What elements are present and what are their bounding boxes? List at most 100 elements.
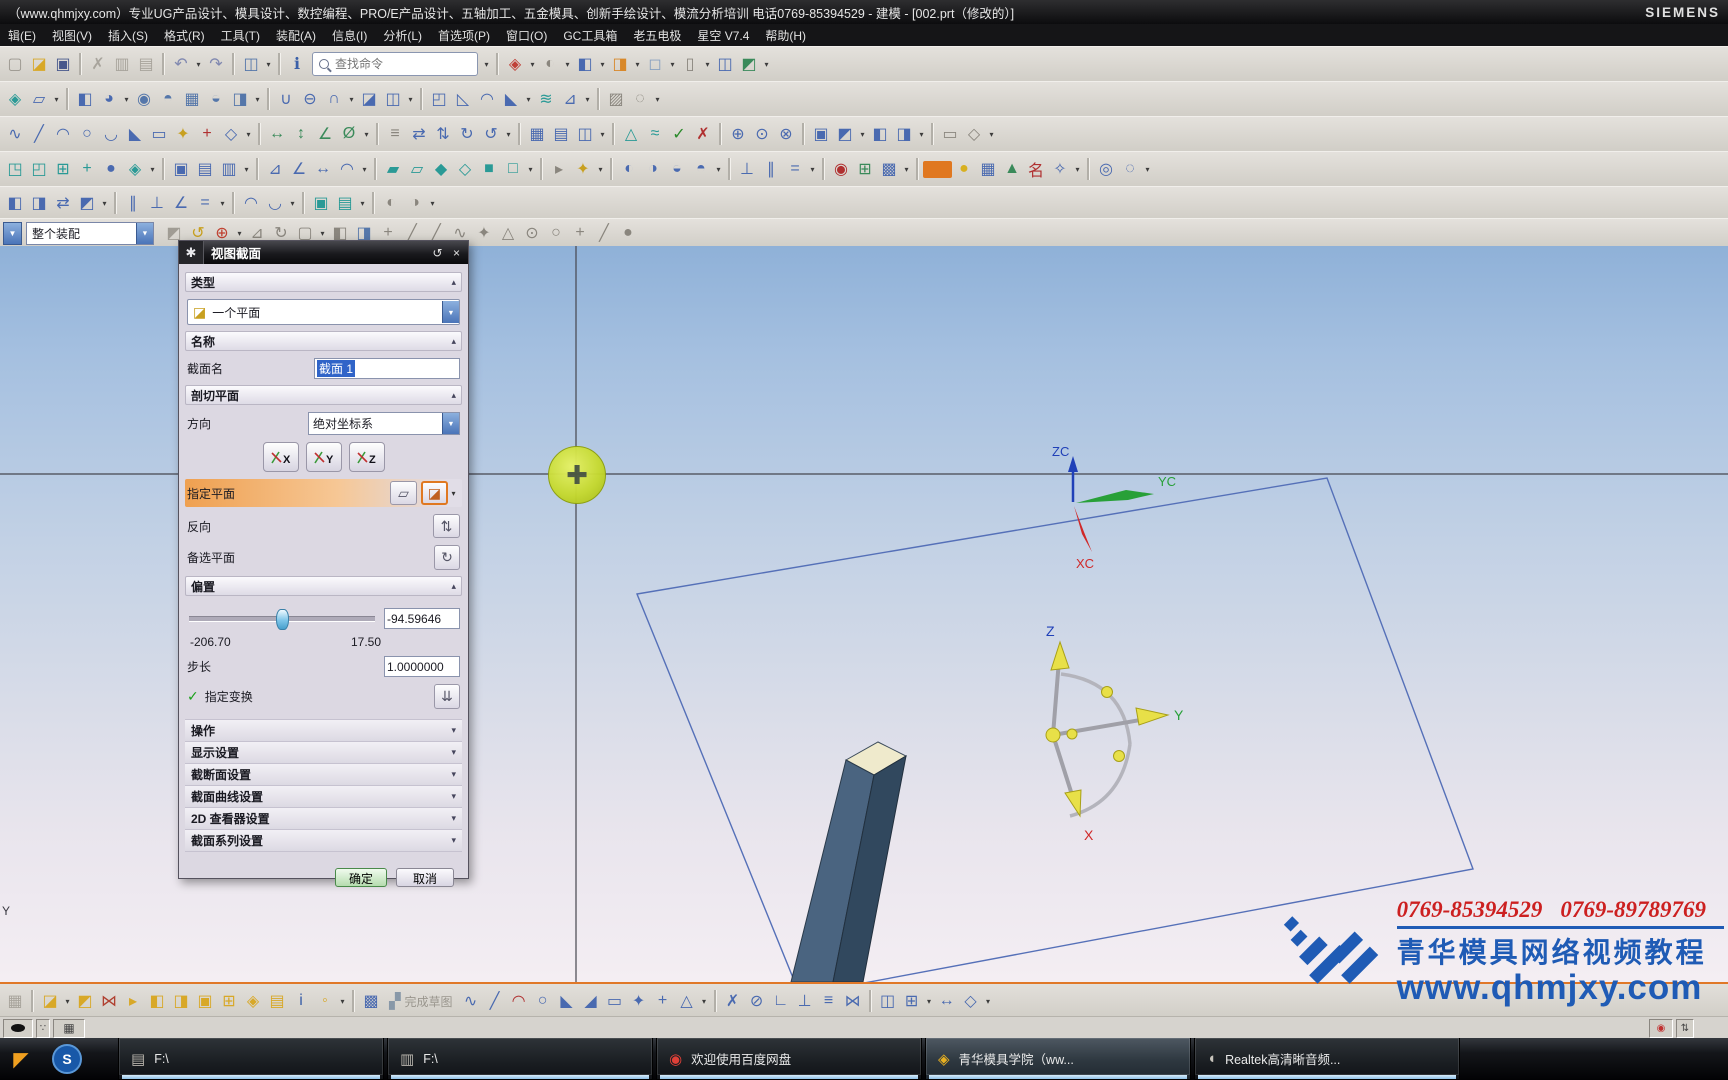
ok-button[interactable]: 确定 xyxy=(335,868,387,887)
roles-icon[interactable]: ◇ xyxy=(962,122,986,147)
chamfer-icon[interactable]: ◣ xyxy=(499,87,523,112)
taskbar-button-qinghua-academy[interactable]: ◈ 青华模具学院（ww... xyxy=(925,1038,1191,1080)
naming-tool-icon[interactable]: 名 xyxy=(1024,157,1048,182)
set-plane-to-y-button[interactable]: Y xyxy=(305,442,342,472)
chamfer-curve-icon[interactable]: ◣ xyxy=(123,122,147,147)
section-curve-icon[interactable]: ≈ xyxy=(643,122,667,147)
dialog-title-bar[interactable]: ✱ 视图截面 ↺ × xyxy=(179,241,468,264)
explosion-icon[interactable]: ◦ xyxy=(313,989,337,1014)
menu-item[interactable]: 装配(A) xyxy=(268,24,324,47)
measure-angle-icon[interactable]: ▤ xyxy=(193,157,217,182)
mirror-curve-icon[interactable]: ▦ xyxy=(525,122,549,147)
keyboard-icon[interactable]: ▦ xyxy=(53,1018,85,1038)
make-equal-icon[interactable]: = xyxy=(193,191,217,216)
rapid-dim-icon[interactable]: ↔ xyxy=(265,122,289,147)
dialog-reset-icon[interactable]: ↺ xyxy=(428,243,447,262)
offset-curve-icon[interactable]: ▤ xyxy=(549,122,573,147)
sketch-style-icon[interactable]: ◇ xyxy=(959,989,983,1014)
plane-dialog-icon[interactable]: ▱ xyxy=(390,481,417,505)
dropdown-arrow-icon[interactable]: ▾ xyxy=(702,52,713,77)
dashed-circle-icon[interactable]: ◌ xyxy=(1118,157,1142,182)
resize-blend-icon[interactable]: ◠ xyxy=(239,191,263,216)
wave-link-icon[interactable]: ◈ xyxy=(241,989,265,1014)
project-curve-icon[interactable]: ⇄ xyxy=(407,122,431,147)
make-perpendicular-icon[interactable]: ⊥ xyxy=(145,191,169,216)
inferred-plane-icon[interactable]: ◪ xyxy=(421,481,448,505)
menu-item[interactable]: 辑(E) xyxy=(0,24,44,47)
taskbar-s-logo-icon[interactable]: S xyxy=(52,1044,82,1074)
distance-check-icon[interactable]: ↔ xyxy=(311,157,335,182)
dropdown-arrow-icon[interactable]: ▾ xyxy=(713,157,724,182)
sketch-fillet-icon[interactable]: ◣ xyxy=(555,989,579,1014)
window-switch-icon[interactable]: ◩ xyxy=(737,52,761,77)
dropdown-arrow-icon[interactable]: ▾ xyxy=(427,191,438,216)
dropdown-arrow-icon[interactable]: ▾ xyxy=(632,52,643,77)
draft-icon[interactable]: ◺ xyxy=(451,87,475,112)
move-object-icon[interactable]: ▨ xyxy=(604,87,628,112)
sketch-point-icon[interactable]: + xyxy=(651,989,675,1014)
menu-item[interactable]: 工具(T) xyxy=(213,24,268,47)
move-component-icon[interactable]: ▸ xyxy=(121,989,145,1014)
move-face-icon[interactable]: ◧ xyxy=(3,191,27,216)
edit-curve-icon[interactable]: ▣ xyxy=(809,122,833,147)
collapsed-section-header[interactable]: 截断面设置 ▾ xyxy=(185,763,462,785)
shell-thickness-icon[interactable]: ◑ xyxy=(403,191,427,216)
section-drag-handle[interactable]: ✚ xyxy=(548,446,606,504)
section-header-offset[interactable]: 偏置 ▴ xyxy=(185,576,462,596)
measure-body-icon[interactable]: ▥ xyxy=(217,157,241,182)
reflection-icon[interactable]: ■ xyxy=(477,157,501,182)
coordinates-icon[interactable]: ◈ xyxy=(123,157,147,182)
auto-constrain-icon[interactable]: ⋈ xyxy=(841,989,865,1014)
make-angle-icon[interactable]: ∠ xyxy=(169,191,193,216)
dropdown-arrow-icon[interactable]: ▾ xyxy=(217,191,228,216)
grid-tool-icon[interactable]: ⊞ xyxy=(853,157,877,182)
ellipse-icon[interactable]: ◇ xyxy=(219,122,243,147)
quick-trim-icon[interactable]: ✗ xyxy=(721,989,745,1014)
menu-item[interactable]: 视图(V) xyxy=(44,24,100,47)
section-header-name[interactable]: 名称 ▴ xyxy=(185,331,462,351)
dropdown-arrow-icon[interactable]: ▾ xyxy=(287,191,298,216)
sketch-circle-icon[interactable]: ○ xyxy=(531,989,555,1014)
taskbar-button-f-drive-1[interactable]: ▤ F:\ xyxy=(118,1038,384,1080)
constraint-icon[interactable]: ⊥ xyxy=(793,989,817,1014)
electrode-grid-icon[interactable]: ▦ xyxy=(976,157,1000,182)
menu-item[interactable]: 分析(L) xyxy=(375,24,430,47)
dropdown-arrow-icon[interactable]: ▾ xyxy=(51,87,62,112)
specify-plane-row[interactable]: 指定平面 ▱ ◪ ▾ xyxy=(185,479,462,507)
window-layout-icon[interactable]: ◈ xyxy=(503,52,527,77)
dropdown-arrow-icon[interactable]: ▾ xyxy=(405,87,416,112)
subtract-icon[interactable]: ⊖ xyxy=(298,87,322,112)
snap-slash-icon[interactable]: ╱ xyxy=(592,221,616,246)
dropdown-arrow-icon[interactable]: ▾ xyxy=(121,87,132,112)
sketch-icon[interactable]: ▱ xyxy=(27,87,51,112)
paste-icon[interactable]: ▤ xyxy=(134,52,158,77)
extrude-icon[interactable]: ◧ xyxy=(73,87,97,112)
open-window-icon[interactable]: ◫ xyxy=(713,52,737,77)
offset-slider[interactable] xyxy=(189,608,375,630)
wcs-origin-icon[interactable]: ⊕ xyxy=(726,122,750,147)
save-icon[interactable]: ▣ xyxy=(51,52,75,77)
edge-blend-icon[interactable]: ◠ xyxy=(475,87,499,112)
sketch-spline-icon[interactable]: ∿ xyxy=(459,989,483,1014)
cancel-button[interactable]: 取消 xyxy=(396,868,454,887)
specify-transform-button[interactable]: ⇊ xyxy=(434,684,460,709)
hole-icon[interactable]: ◉ xyxy=(132,87,156,112)
conic-icon[interactable]: ◡ xyxy=(99,122,123,147)
sketch-rectangle-icon[interactable]: ▭ xyxy=(603,989,627,1014)
draft-analysis-icon[interactable]: ◆ xyxy=(429,157,453,182)
split-body-icon[interactable]: ◫ xyxy=(381,87,405,112)
arrangements-icon[interactable]: ⊞ xyxy=(217,989,241,1014)
parallel-tool-icon[interactable]: ∥ xyxy=(759,157,783,182)
command-info-icon[interactable]: ℹ xyxy=(285,52,309,77)
collapsed-section-header[interactable]: 操作 ▾ xyxy=(185,719,462,741)
wcs-rotate-icon[interactable]: ⊙ xyxy=(750,122,774,147)
snap-vertex-icon[interactable]: △ xyxy=(496,221,520,246)
dropdown-arrow-icon[interactable]: ▾ xyxy=(62,989,73,1014)
dropdown-arrow-icon[interactable]: ▾ xyxy=(503,122,514,147)
delete-icon[interactable]: ✗ xyxy=(691,122,715,147)
verify-icon[interactable]: ✓ xyxy=(667,122,691,147)
spark-icon[interactable]: ✦ xyxy=(571,157,595,182)
highlight-lines-icon[interactable]: ◇ xyxy=(453,157,477,182)
datum-plane-small-icon[interactable]: ◳ xyxy=(3,157,27,182)
sketch-dim-icon[interactable]: ↔ xyxy=(935,989,959,1014)
